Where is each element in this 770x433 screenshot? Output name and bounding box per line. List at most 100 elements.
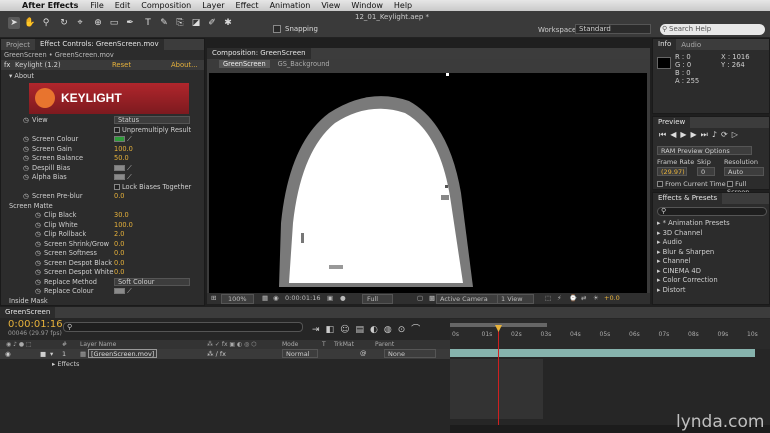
timeline-timecode[interactable]: 0:00:01:16 — [8, 319, 63, 330]
param-value[interactable]: 50.0 — [114, 154, 129, 163]
resolution-select[interactable]: Auto — [724, 167, 764, 176]
param-row[interactable]: ◷ Clip Rollback 2.0 — [1, 230, 204, 239]
param-row[interactable]: ◷ Screen Despot Black 0.0 — [1, 259, 204, 268]
resolution-select[interactable]: Full — [362, 294, 394, 304]
flowchart-icon[interactable]: ⇄ — [581, 294, 586, 302]
graph-editor-icon[interactable]: ⌒ — [411, 325, 426, 335]
exposure-reset-icon[interactable]: ☀ — [593, 294, 599, 302]
stopwatch-icon[interactable]: ◷ — [23, 145, 29, 154]
param-row[interactable]: ◷ Screen Pre-blur 0.0 — [1, 192, 204, 201]
shy-icon[interactable]: ☺ — [340, 325, 355, 335]
viewer-timecode[interactable]: 0:00:01:16 — [285, 294, 321, 302]
app-menu[interactable]: After Effects — [22, 1, 78, 10]
selection-tool-icon[interactable]: ➤ — [8, 17, 20, 29]
prev-frame-icon[interactable]: ◀ — [670, 130, 680, 139]
tab-preview[interactable]: Preview — [653, 117, 691, 128]
param-value[interactable]: 0.0 — [114, 192, 125, 201]
param-group-label[interactable]: Inside Mask — [9, 297, 48, 306]
param-row[interactable]: ◷ Screen Balance 50.0 — [1, 154, 204, 163]
param-value[interactable]: 0.0 — [114, 240, 125, 249]
param-row[interactable]: ◷ View Status — [1, 116, 204, 125]
comp-mini-flowchart-icon[interactable]: ⇥ — [312, 325, 326, 335]
menu-composition[interactable]: Composition — [141, 1, 191, 10]
param-value[interactable]: Status — [114, 116, 190, 124]
channel-icon[interactable]: ● — [340, 294, 346, 302]
layer-duration-bar[interactable] — [450, 349, 755, 357]
composition-canvas[interactable] — [209, 73, 647, 295]
param-value[interactable]: 0.0 — [114, 249, 125, 258]
menu-edit[interactable]: Edit — [115, 1, 131, 10]
color-swatch[interactable] — [114, 174, 125, 180]
eyedropper-icon[interactable]: ⟋ — [125, 287, 132, 295]
tab-composition[interactable]: Composition: GreenScreen — [207, 48, 311, 59]
fast-previews-icon[interactable]: ⚡ — [557, 294, 562, 302]
draft-3d-icon[interactable]: ◧ — [326, 325, 341, 335]
timeline-search-input[interactable]: ⚲ — [63, 322, 303, 332]
timeline-icon[interactable]: ⌚ — [569, 294, 577, 302]
menu-layer[interactable]: Layer — [202, 1, 224, 10]
tab-project[interactable]: Project — [1, 41, 35, 49]
motion-blur-icon[interactable]: ◐ — [370, 325, 384, 335]
eyedropper-icon[interactable]: ⟋ — [125, 164, 132, 172]
menu-effect[interactable]: Effect — [236, 1, 259, 10]
grid-icon[interactable]: ▦ — [262, 294, 268, 302]
brush-tool-icon[interactable]: ✎ — [158, 17, 170, 29]
camera-tool-icon[interactable]: ⌖ — [74, 17, 86, 29]
stopwatch-icon[interactable]: ◷ — [35, 211, 41, 220]
param-value[interactable]: ⟋ — [114, 173, 132, 182]
brainstorm-icon[interactable]: ◍ — [384, 325, 398, 335]
snapshot-icon[interactable]: ▣ — [327, 294, 333, 302]
effects-category-item[interactable]: ▸ Blur & Sharpen — [657, 248, 714, 256]
menu-help[interactable]: Help — [394, 1, 412, 10]
param-row[interactable]: ◷ Screen Gain 100.0 — [1, 145, 204, 154]
stopwatch-icon[interactable]: ◷ — [23, 192, 29, 201]
color-swatch[interactable] — [114, 288, 125, 294]
param-row[interactable]: ◷ Screen Colour ⟋ — [1, 135, 204, 144]
param-row[interactable]: ◷ Screen Shrink/Grow 0.0 — [1, 240, 204, 249]
parent-column[interactable]: Parent — [375, 341, 394, 348]
param-value[interactable]: Soft Colour — [114, 277, 190, 286]
eye-icon[interactable]: ◉ — [5, 350, 11, 358]
param-row[interactable]: ◷ Screen Softness 0.0 — [1, 249, 204, 258]
color-swatch[interactable] — [114, 164, 125, 171]
mode-column[interactable]: Mode — [282, 341, 298, 348]
auto-keyframe-icon[interactable]: ⊙ — [398, 325, 412, 335]
zoom-select[interactable]: 100% — [221, 294, 254, 304]
effects-group[interactable]: ▸ Effects — [52, 360, 79, 368]
stopwatch-icon[interactable]: ◷ — [23, 135, 29, 144]
param-value[interactable]: 0.0 — [114, 268, 125, 277]
param-value[interactable]: ⟋ — [114, 135, 132, 144]
mask-tool-icon[interactable]: ▭ — [108, 17, 120, 29]
layer-mode-select[interactable]: Normal — [282, 349, 318, 358]
param-row[interactable]: ◷ Despill Bias ⟋ — [1, 164, 204, 173]
param-value[interactable]: ⟋ — [114, 287, 132, 296]
frame-blend-icon[interactable]: ▤ — [355, 325, 370, 335]
param-group-label[interactable]: Screen Matte — [9, 202, 53, 211]
stopwatch-icon[interactable]: ◷ — [35, 278, 41, 287]
audio-icon[interactable]: ♪ — [712, 130, 721, 139]
zoom-tool-icon[interactable]: ⚲ — [40, 17, 52, 29]
effects-category-item[interactable]: ▸ Color Correction — [657, 276, 718, 284]
menu-file[interactable]: File — [90, 1, 103, 10]
param-value[interactable]: 0.0 — [114, 259, 125, 268]
param-value[interactable]: 100.0 — [114, 221, 133, 230]
menu-view[interactable]: View — [321, 1, 340, 10]
from-current-checkbox[interactable] — [657, 181, 663, 187]
effects-category-item[interactable]: ▸ CINEMA 4D — [657, 267, 701, 275]
frame-rate-select[interactable]: (29.97) — [657, 167, 687, 176]
param-row[interactable]: Lock Biases Together — [1, 183, 204, 192]
stopwatch-icon[interactable]: ◷ — [35, 268, 41, 277]
full-screen-checkbox[interactable] — [727, 181, 733, 187]
type-tool-icon[interactable]: T — [142, 17, 154, 29]
tab-effects-presets[interactable]: Effects & Presets — [653, 193, 723, 204]
effects-category-item[interactable]: ▸ Audio — [657, 238, 682, 246]
stopwatch-icon[interactable]: ◷ — [35, 249, 41, 258]
ram-preview-select[interactable]: RAM Preview Options — [657, 146, 752, 155]
param-row[interactable]: Screen Matte — [1, 202, 204, 211]
layer-name[interactable]: [GreenScreen.mov] — [88, 349, 158, 358]
tab-greenscreen-timeline[interactable]: GreenScreen — [0, 307, 56, 318]
effects-search-input[interactable]: ⚲ — [657, 207, 767, 216]
view-layout-select[interactable]: 1 View — [497, 294, 534, 304]
param-value[interactable]: Unpremultiply Result — [114, 126, 191, 135]
subtab-greenscreen[interactable]: GreenScreen — [219, 60, 270, 68]
